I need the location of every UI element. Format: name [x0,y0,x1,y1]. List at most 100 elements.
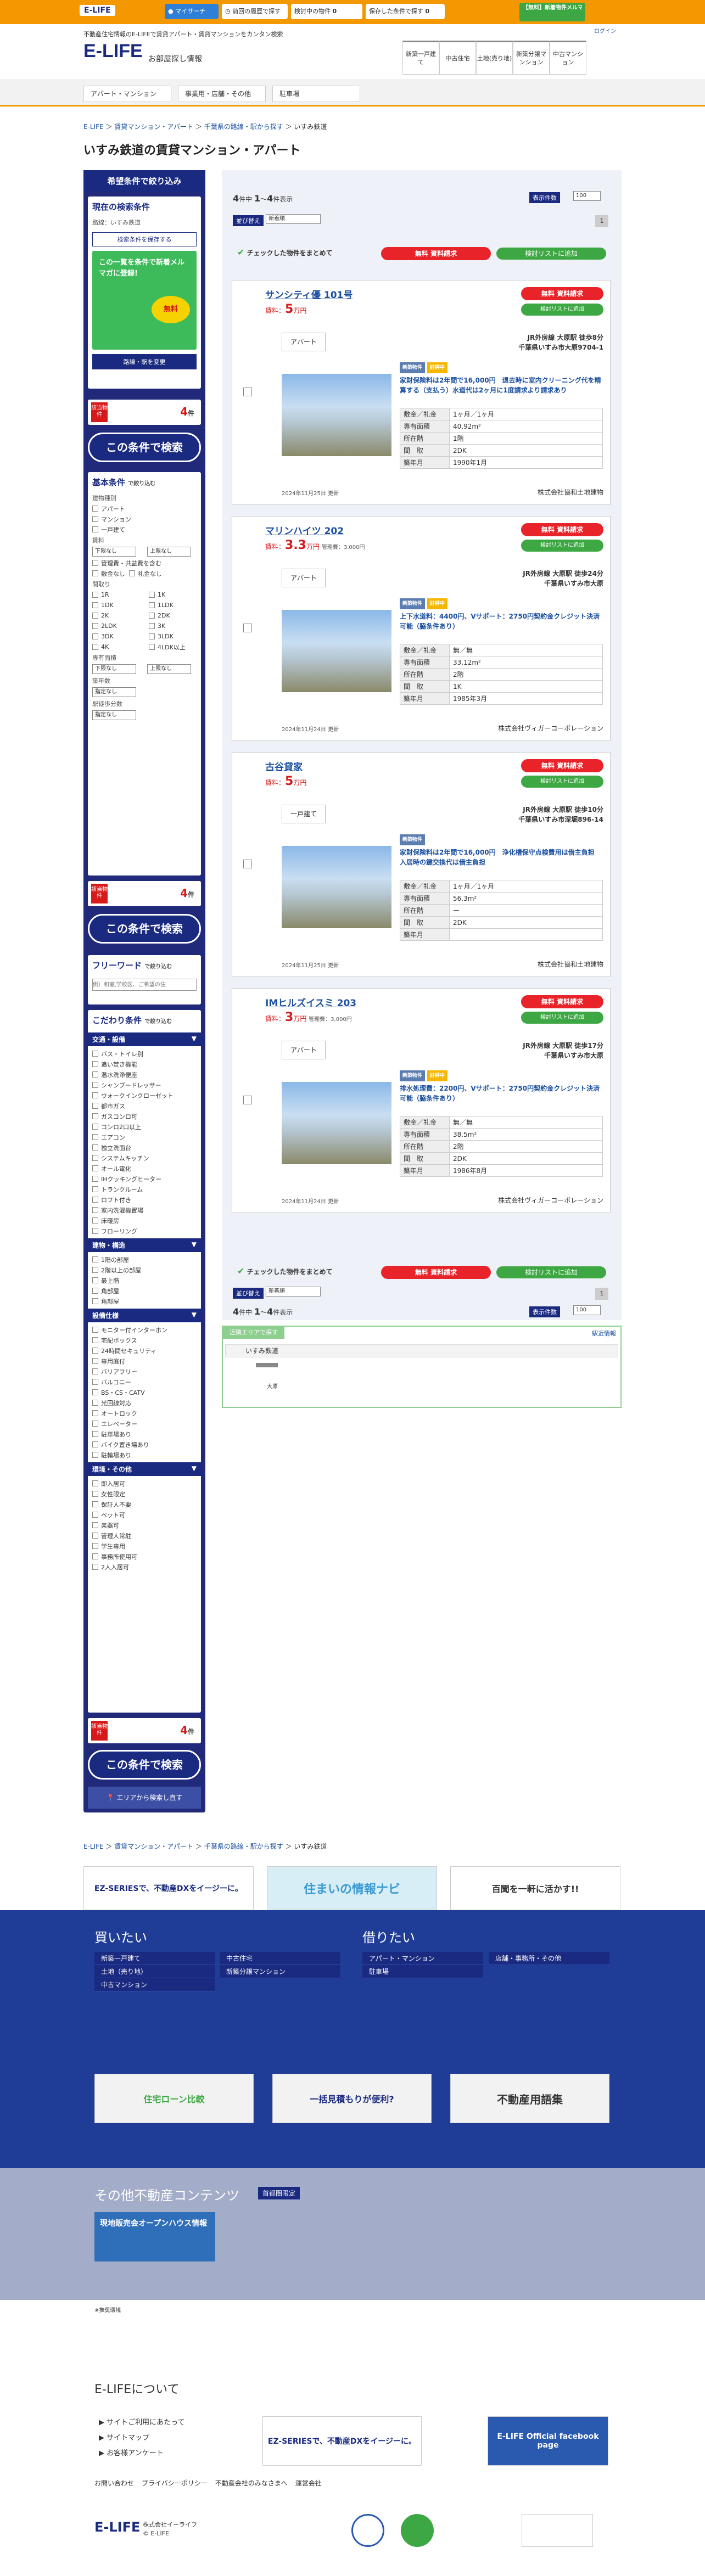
kodawari-checkbox[interactable]: 楽器可 [88,1520,201,1530]
crumb-rental[interactable]: 賃貸マンション・アパート [114,123,193,131]
kodawari-checkbox[interactable]: オール電化 [88,1163,201,1174]
group-header[interactable]: 建物・構造 ▼ [88,1238,201,1252]
add-list-button[interactable]: 検討リストに追加 [521,1012,603,1024]
layout-checkbox[interactable]: 3K [144,621,201,631]
property-title[interactable]: IMヒルズイスミ 203 [265,995,356,1009]
kodawari-checkbox[interactable]: BS・CS・CATV [88,1387,201,1398]
kodawari-checkbox[interactable]: 学生専用 [88,1541,201,1551]
mysearch-button[interactable]: ● マイサーチ [165,4,219,19]
viewed-button[interactable]: 検討中の物件 0 [291,4,362,19]
nearby-tab[interactable]: 近隣エリアで探す [223,1326,284,1339]
property-title[interactable]: 古谷貸家 [265,759,303,773]
register-mail-button[interactable]: 【無料】新着物件メルマガ登録 [519,3,585,21]
layout-checkbox[interactable]: 2K [88,610,144,621]
kodawari-checkbox[interactable]: システムキッチン [88,1153,201,1163]
cat-used-mansion[interactable]: 中古マンション [550,41,586,75]
kodawari-checkbox[interactable]: 床暖房 [88,1215,201,1226]
sort-select[interactable]: 新着順 [266,1287,321,1297]
search-button-top[interactable]: この条件で検索 [88,433,201,462]
search-button-middle[interactable]: この条件で検索 [88,914,201,944]
buy-link[interactable]: 土地（売り地） [94,1965,215,1978]
about-link[interactable]: ▶ サイトご利用にあたって [99,2415,185,2431]
layout-checkbox[interactable]: 1K [144,590,201,600]
kodawari-checkbox[interactable]: シャンプードレッサー [88,1080,201,1090]
login-link[interactable]: ログイン [594,26,616,35]
buy-link[interactable]: 中古マンション [94,1978,215,1991]
footer-link[interactable]: お問い合わせ [94,2478,134,2488]
kodawari-checkbox[interactable]: 温水洗浄便座 [88,1069,201,1080]
property-checkbox[interactable] [243,860,252,868]
kodawari-checkbox[interactable]: コンロ2口以上 [88,1121,201,1132]
layout-checkbox[interactable]: 3LDK [144,631,201,642]
type-checkbox[interactable]: アパート [88,503,201,514]
bulk-request-button[interactable]: 無料 資料請求 [381,1266,491,1279]
kodawari-checkbox[interactable]: フローリング [88,1226,201,1236]
layout-checkbox[interactable]: 4K [88,642,144,652]
site-logo[interactable]: E-LIFE [83,41,143,62]
history-search-button[interactable]: ◷ 前回の履歴で探す [222,4,288,19]
agent-name[interactable]: 株式会社協和土地建物 [538,959,603,969]
crumb-home[interactable]: E-LIFE [83,1843,104,1850]
property-photo[interactable] [282,610,391,692]
rent-link[interactable]: 店舗・事務所・その他 [489,1952,609,1965]
kodawari-checkbox[interactable]: 事務所使用可 [88,1551,201,1562]
layout-checkbox[interactable]: 4LDK以上 [144,642,201,652]
kodawari-checkbox[interactable]: 都市ガス [88,1101,201,1111]
group-header[interactable]: 設備仕様 ▼ [88,1309,201,1322]
freeword-input[interactable] [92,979,197,991]
property-photo[interactable] [282,374,391,456]
add-list-button[interactable]: 検討リストに追加 [521,540,603,552]
layout-checkbox[interactable]: 2LDK [88,621,144,631]
add-list-button[interactable]: 検討リストに追加 [521,776,603,788]
property-checkbox[interactable] [243,388,252,396]
crumb-chiba[interactable]: 千葉県の路線・駅から探す [204,123,283,131]
bulk-add-list-button[interactable]: 検討リストに追加 [496,248,606,260]
kodawari-checkbox[interactable]: ペット可 [88,1509,201,1520]
buy-link[interactable]: 新築分譲マンション [220,1965,340,1978]
kodawari-checkbox[interactable]: 光回線対応 [88,1398,201,1408]
about-link[interactable]: ▶ お客様アンケート [99,2446,185,2461]
bulk-add-list-button[interactable]: 検討リストに追加 [496,1266,606,1278]
property-photo[interactable] [282,1082,391,1164]
kodawari-checkbox[interactable]: バイク置き場あり [88,1439,201,1450]
kodawari-checkbox[interactable]: 保証人不要 [88,1499,201,1509]
subnav-parking[interactable]: 駐車場 [272,86,360,102]
kodawari-checkbox[interactable]: 女性限定 [88,1489,201,1499]
footer-link[interactable]: プライバシーポリシー [142,2478,208,2488]
subnav-business[interactable]: 事業用・店舗・その他 [178,86,266,102]
property-checkbox[interactable] [243,624,252,632]
agent-name[interactable]: 株式会社協和土地建物 [538,487,603,497]
area-min-select[interactable]: 下限なし [92,664,136,674]
kodawari-checkbox[interactable]: 1階の部屋 [88,1254,201,1265]
request-button[interactable]: 無料 資料請求 [521,523,603,536]
kodawari-checkbox[interactable]: バス・トイレ別 [88,1048,201,1059]
agent-name[interactable]: 株式会社ヴィガーコーポレーション [498,1196,603,1205]
kodawari-checkbox[interactable]: バリアフリー [88,1366,201,1377]
station-link[interactable]: 大原 [267,1382,278,1390]
add-list-button[interactable]: 検討リストに追加 [521,304,603,316]
crumb-chiba[interactable]: 千葉県の路線・駅から探す [204,1843,283,1850]
layout-checkbox[interactable]: 2DK [144,610,201,621]
type-checkbox[interactable]: 一戸建て [88,524,201,535]
kodawari-checkbox[interactable]: エレベーター [88,1418,201,1429]
buy-link[interactable]: 新築一戸建て [94,1952,215,1965]
bulk-request-button[interactable]: 無料 資料請求 [381,247,491,260]
glossary-banner[interactable]: 不動産用語集 [450,2074,609,2123]
display-count-select[interactable]: 100 [573,1305,601,1315]
search-button-bottom[interactable]: この条件で検索 [88,1750,201,1780]
buy-link[interactable]: 中古住宅 [220,1952,340,1965]
property-photo[interactable] [282,846,391,928]
footer-link[interactable]: 運営会社 [295,2478,322,2488]
kodawari-checkbox[interactable]: 独立洗面台 [88,1142,201,1153]
saved-search-button[interactable]: 保存した条件で探す 0 [366,4,445,19]
kodawari-checkbox[interactable]: 室内洗濯機置場 [88,1205,201,1215]
loan-banner[interactable]: 住宅ローン比較 [94,2074,254,2123]
page-number[interactable]: 1 [595,1288,608,1300]
save-conditions-button[interactable]: 検索条件を保存する [92,232,197,246]
kodawari-checkbox[interactable]: 角部屋 [88,1296,201,1306]
cat-used-house[interactable]: 中古住宅 [439,41,476,75]
kodawari-checkbox[interactable]: 即入居可 [88,1478,201,1489]
walk-select[interactable]: 指定なし [92,710,136,720]
kodawari-checkbox[interactable]: 専用庭付 [88,1356,201,1366]
property-title[interactable]: サンシティ優 101号 [265,287,352,301]
